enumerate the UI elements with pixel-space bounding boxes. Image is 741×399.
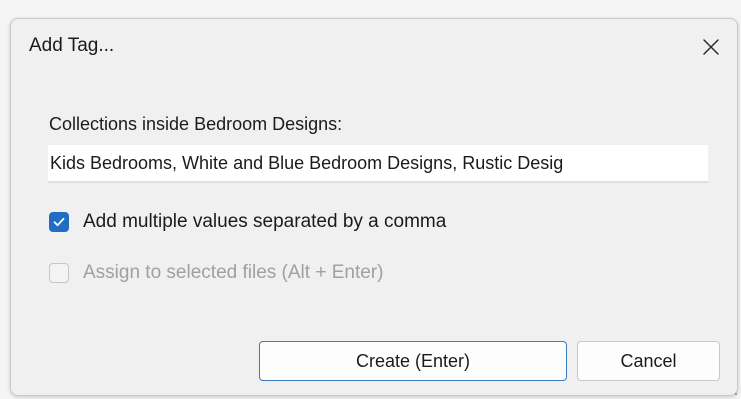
screen-background: Add Tag... Collections inside Bedroom De… (0, 0, 741, 399)
resize-grip-icon[interactable] (731, 389, 737, 395)
cancel-button[interactable]: Cancel (577, 341, 720, 381)
collections-input[interactable] (48, 145, 708, 183)
close-icon (703, 39, 719, 55)
add-tag-dialog: Add Tag... Collections inside Bedroom De… (10, 18, 738, 396)
assign-selected-checkbox (49, 263, 69, 283)
close-button[interactable] (693, 29, 729, 65)
create-button[interactable]: Create (Enter) (259, 341, 567, 381)
multiple-values-label: Add multiple values separated by a comma (83, 211, 447, 232)
multiple-values-checkbox[interactable] (49, 212, 69, 232)
multiple-values-option[interactable]: Add multiple values separated by a comma (49, 209, 446, 235)
assign-selected-label: Assign to selected files (Alt + Enter) (83, 262, 384, 283)
collections-label: Collections inside Bedroom Designs: (49, 114, 343, 134)
dialog-titlebar: Add Tag... (11, 19, 737, 77)
assign-selected-option: Assign to selected files (Alt + Enter) (49, 260, 383, 286)
checkmark-icon (53, 217, 65, 227)
dialog-title: Add Tag... (29, 35, 115, 56)
